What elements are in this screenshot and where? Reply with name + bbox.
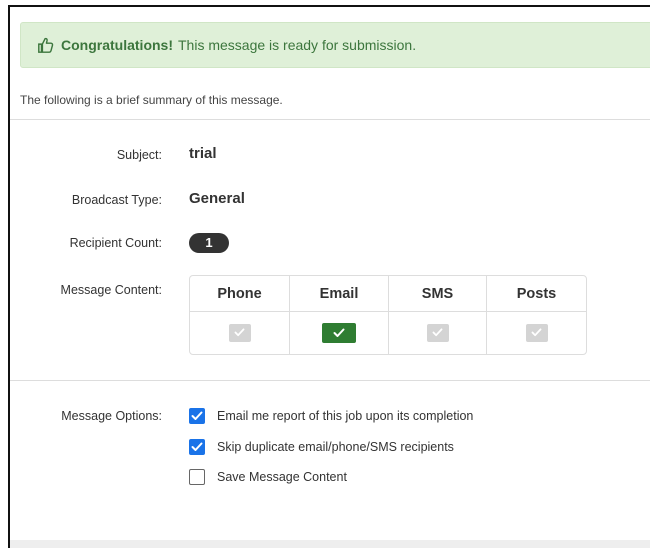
checkmark-icon: [531, 328, 541, 336]
recipient-count-label: Recipient Count:: [69, 236, 162, 250]
option-checkbox[interactable]: [189, 439, 205, 455]
subject-label: Subject:: [116, 148, 162, 162]
subject-value: trial: [189, 145, 217, 162]
sms-check-toggle[interactable]: [426, 323, 449, 342]
posts-cell: [487, 312, 586, 354]
divider-top: [10, 119, 650, 120]
option-label: Email me report of this job upon its com…: [217, 409, 474, 423]
phone-cell: [190, 312, 290, 354]
divider-middle: [10, 380, 650, 381]
bottom-bar: [10, 540, 650, 548]
sms-cell: [389, 312, 487, 354]
column-header-sms: SMS: [389, 276, 487, 312]
email-check-toggle[interactable]: [322, 323, 356, 343]
option-save-content[interactable]: Save Message Content: [189, 469, 347, 485]
message-content-table: Phone Email SMS Posts: [189, 275, 587, 355]
message-options-label: Message Options:: [61, 409, 162, 423]
email-cell: [290, 312, 389, 354]
option-email-report[interactable]: Email me report of this job upon its com…: [189, 408, 473, 424]
thumbs-up-icon: [38, 37, 54, 53]
message-content-label: Message Content:: [60, 283, 162, 297]
column-header-phone: Phone: [190, 276, 290, 312]
alert-heading: Congratulations!: [61, 37, 173, 53]
alert-message: This message is ready for submission.: [178, 37, 417, 53]
checkmark-icon: [333, 328, 345, 337]
summary-text: The following is a brief summary of this…: [20, 93, 283, 107]
broadcast-type-label: Broadcast Type:: [71, 193, 162, 207]
checkbox-check-icon: [191, 442, 203, 451]
option-checkbox[interactable]: [189, 408, 205, 424]
option-label: Save Message Content: [217, 470, 347, 484]
column-header-email: Email: [290, 276, 389, 312]
broadcast-type-value: General: [189, 190, 245, 207]
option-skip-duplicates[interactable]: Skip duplicate email/phone/SMS recipient…: [189, 439, 454, 455]
column-header-posts: Posts: [487, 276, 586, 312]
checkbox-check-icon: [191, 411, 203, 420]
checkmark-icon: [432, 328, 442, 336]
recipient-count-badge: 1: [189, 233, 229, 253]
phone-check-toggle[interactable]: [228, 323, 251, 342]
success-alert: Congratulations! This message is ready f…: [20, 22, 650, 68]
posts-check-toggle[interactable]: [525, 323, 548, 342]
option-checkbox[interactable]: [189, 469, 205, 485]
option-label: Skip duplicate email/phone/SMS recipient…: [217, 440, 454, 454]
checkmark-icon: [234, 328, 244, 336]
